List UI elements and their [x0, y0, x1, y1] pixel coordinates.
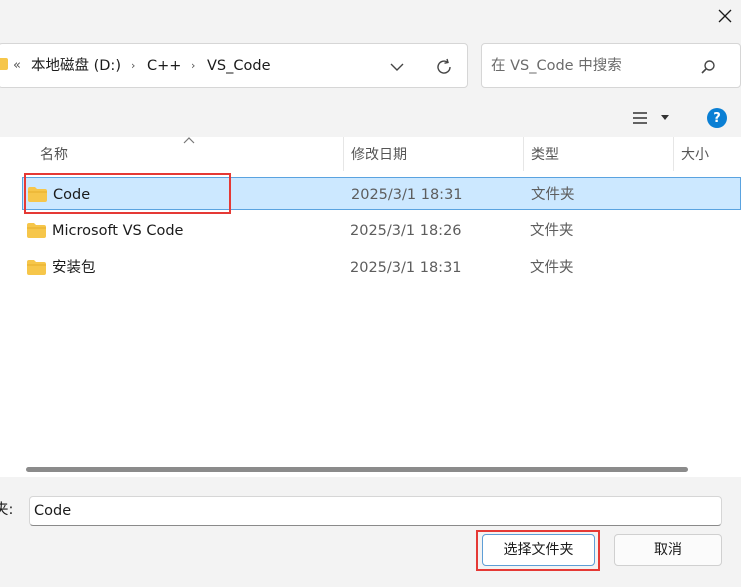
help-icon[interactable]: ? — [707, 108, 727, 128]
file-modified: 2025/3/1 18:31 — [350, 260, 462, 276]
file-type: 文件夹 — [530, 223, 574, 239]
highlight-box — [476, 530, 600, 571]
close-icon — [718, 9, 731, 23]
file-row-microsoft-vs-code[interactable]: Microsoft VS Code 2025/3/1 18:26 文件夹 — [22, 214, 741, 247]
breadcrumb-separator[interactable]: › — [191, 56, 195, 76]
cancel-button[interactable]: 取消 — [614, 534, 722, 566]
search-placeholder: 在 VS_Code 中搜索 — [491, 58, 622, 74]
scrollbar-thumb[interactable] — [26, 467, 688, 472]
breadcrumb-cpp[interactable]: C++ — [147, 56, 181, 76]
sort-ascending-icon — [183, 137, 195, 144]
file-type: 文件夹 — [531, 187, 575, 203]
column-header-type[interactable]: 类型 — [531, 145, 559, 165]
chevron-down-icon[interactable] — [388, 58, 406, 76]
column-header-name[interactable]: 名称 — [40, 145, 68, 165]
breadcrumb-vscode[interactable]: VS_Code — [207, 56, 271, 76]
file-name: 安装包 — [52, 260, 96, 276]
folder-field-label: 夹: — [0, 502, 14, 518]
column-divider[interactable] — [343, 137, 344, 171]
folder-icon — [27, 223, 46, 238]
caret-down-icon[interactable] — [659, 114, 671, 122]
column-header-size[interactable]: 大小 — [681, 145, 709, 165]
file-type: 文件夹 — [530, 260, 574, 276]
breadcrumb-separator[interactable]: › — [131, 56, 135, 76]
refresh-icon[interactable] — [433, 56, 455, 78]
breadcrumb-overflow[interactable]: « — [13, 56, 21, 76]
file-row-installer[interactable]: 安装包 2025/3/1 18:31 文件夹 — [22, 251, 741, 284]
file-modified: 2025/3/1 18:26 — [350, 223, 462, 239]
folder-name-input[interactable] — [29, 496, 722, 526]
column-divider[interactable] — [673, 137, 674, 171]
breadcrumb-drive[interactable]: 本地磁盘 (D:) — [31, 56, 121, 76]
folder-icon — [0, 58, 8, 70]
file-name: Microsoft VS Code — [52, 223, 184, 239]
file-modified: 2025/3/1 18:31 — [351, 187, 463, 203]
highlight-box — [24, 173, 231, 214]
folder-icon — [27, 260, 46, 275]
view-menu-icon[interactable] — [631, 110, 649, 126]
column-divider[interactable] — [523, 137, 524, 171]
search-icon[interactable] — [699, 58, 717, 76]
column-header-modified[interactable]: 修改日期 — [351, 145, 407, 165]
close-button[interactable] — [708, 0, 741, 32]
